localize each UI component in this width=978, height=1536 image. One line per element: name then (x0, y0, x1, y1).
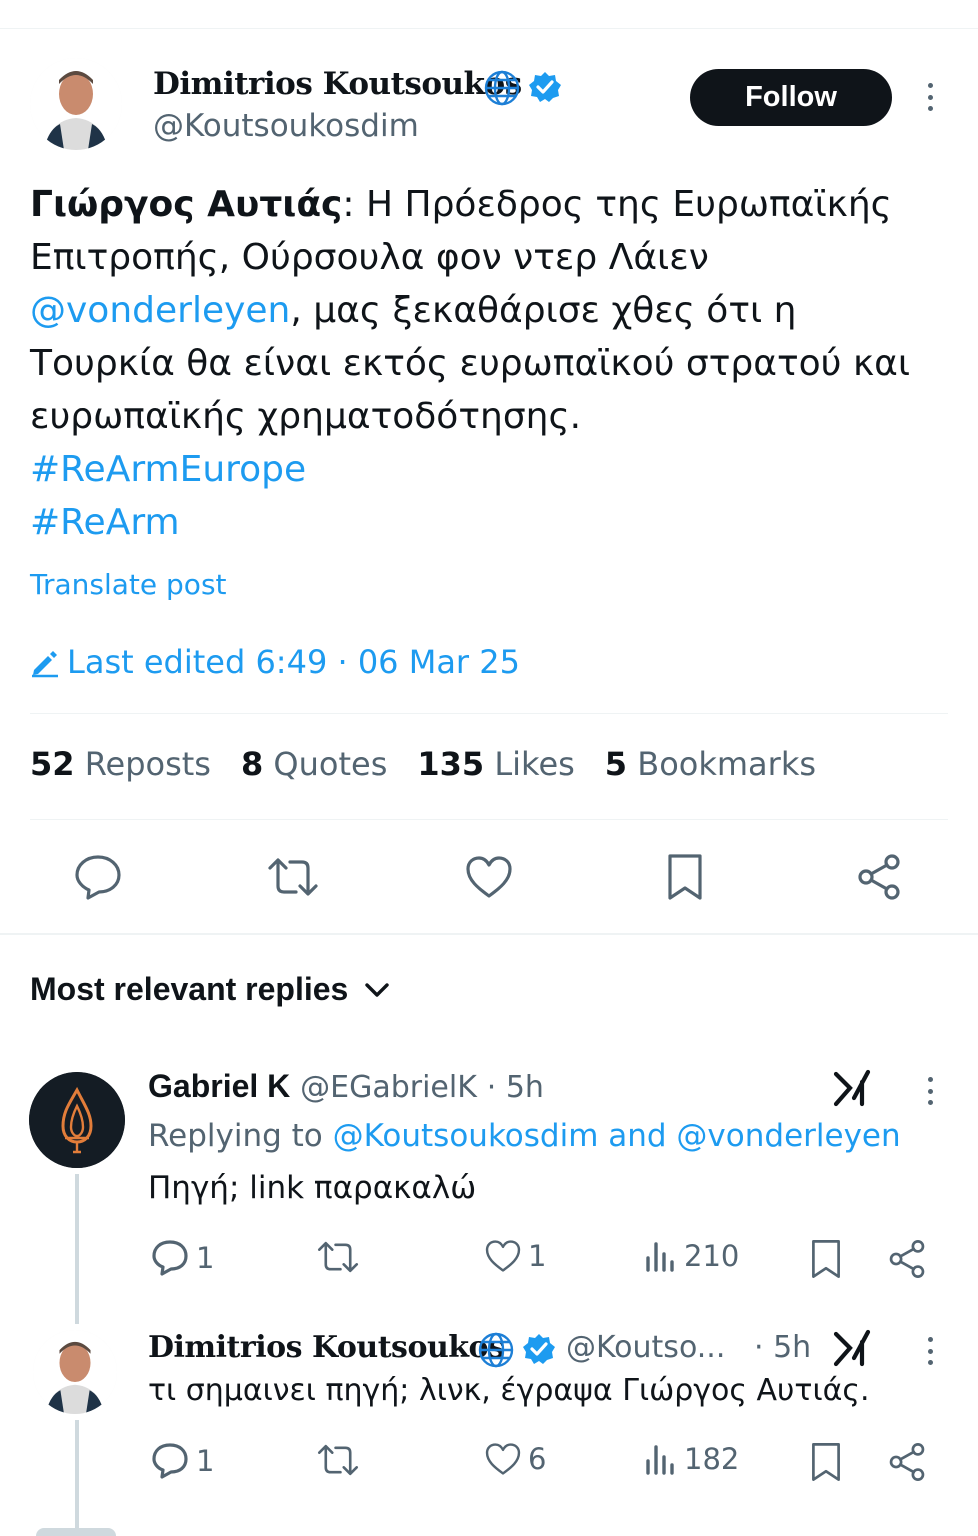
globe-icon (482, 68, 522, 112)
tweet-text: Γιώργος Αυτιάς: Η Πρόεδρος της Ευρωπαϊκή… (30, 178, 950, 549)
grok-icon[interactable] (832, 1068, 872, 1112)
bookmark-icon[interactable] (808, 1238, 844, 1284)
repost-icon (317, 1444, 359, 1476)
reply-time[interactable]: · 5h (754, 1330, 811, 1365)
share-icon[interactable] (854, 852, 904, 906)
hashtag-rearmeurope[interactable]: #ReArmEurope (30, 449, 306, 490)
share-icon[interactable] (886, 1238, 928, 1284)
more-options-icon[interactable] (918, 77, 942, 117)
reply-action-reply[interactable]: 1 (150, 1238, 214, 1278)
repost-icon[interactable] (266, 854, 320, 904)
last-edited-link[interactable]: Last edited 6:49 · 06 Mar 25 (67, 643, 520, 681)
replies-sort-dropdown[interactable]: Most relevant replies (30, 971, 390, 1008)
pencil-icon (30, 648, 60, 682)
reply-action-repost[interactable] (316, 1238, 366, 1276)
next-reply-avatar-partial[interactable] (36, 1528, 116, 1536)
reply-action-like[interactable]: 6 (484, 1441, 546, 1477)
reply-time[interactable]: · 5h (487, 1070, 544, 1105)
mention-link[interactable]: @vonderleyen (30, 290, 290, 331)
top-divider (0, 28, 978, 29)
repost-icon (317, 1241, 359, 1273)
reply-count: 1 (196, 1444, 215, 1478)
bookmark-icon[interactable] (664, 852, 706, 906)
more-options-icon[interactable] (918, 1071, 942, 1111)
like-icon[interactable] (464, 854, 514, 904)
translate-post-link[interactable]: Translate post (30, 568, 227, 601)
reply-author-name[interactable]: Dimitrios Koutsoukos (148, 1330, 505, 1365)
section-divider (0, 933, 978, 935)
replying-to-targets[interactable]: @Koutsoukosdim and @vonderleyen (333, 1118, 901, 1154)
reply-action-views[interactable]: 182 (644, 1441, 739, 1477)
replies-sort-label: Most relevant replies (30, 971, 349, 1007)
like-count: 1 (528, 1239, 547, 1273)
author-avatar[interactable] (30, 58, 122, 150)
author-name[interactable]: Dimitrios Koutsoukos (153, 66, 522, 102)
views-icon (646, 1242, 674, 1272)
reply-text: Πηγή; link παρακαλώ (148, 1170, 477, 1206)
follow-button[interactable]: Follow (690, 69, 892, 126)
reply-header: Gabriel K @EGabrielK · 5h (148, 1068, 544, 1105)
like-icon (485, 1240, 521, 1272)
thread-line (75, 1420, 79, 1536)
reply-avatar[interactable] (29, 1072, 125, 1168)
hashtag-rearm[interactable]: #ReArm (30, 502, 180, 543)
quotes-stat[interactable]: 8 Quotes (241, 745, 387, 783)
tweet-lead: Γιώργος Αυτιάς (30, 184, 343, 225)
reply-action-views[interactable]: 210 (644, 1238, 739, 1274)
reply-author-name[interactable]: Gabriel K (148, 1068, 290, 1104)
reply-action-repost[interactable] (316, 1441, 366, 1479)
reposts-stat[interactable]: 52 Reposts (30, 745, 211, 783)
thread-line (75, 1174, 79, 1324)
divider (30, 713, 948, 714)
like-icon (485, 1443, 521, 1475)
chevron-down-icon (365, 982, 390, 997)
reply-text: τι σημαινει πηγή; λινκ, έγραψα Γιώργος Α… (148, 1373, 870, 1408)
more-options-icon[interactable] (918, 1331, 942, 1371)
views-icon (646, 1445, 674, 1475)
like-count: 6 (528, 1442, 547, 1476)
divider (30, 819, 948, 820)
views-count: 182 (684, 1442, 740, 1476)
engagement-stats: 52 Reposts 8 Quotes 135 Likes 5 Bookmark… (30, 745, 816, 783)
reply-icon[interactable] (72, 852, 124, 906)
globe-icon (476, 1330, 516, 1374)
grok-icon[interactable] (832, 1328, 872, 1372)
reply-action-reply[interactable]: 1 (150, 1441, 214, 1481)
share-icon[interactable] (886, 1441, 928, 1487)
views-count: 210 (684, 1239, 740, 1273)
replying-to-prefix: Replying to (148, 1118, 333, 1154)
reply-author-handle[interactable]: @EGabrielK (300, 1070, 477, 1105)
reply-action-like[interactable]: 1 (484, 1238, 546, 1274)
reply-count: 1 (196, 1241, 215, 1275)
reply-icon (152, 1240, 188, 1276)
replying-to: Replying to @Koutsoukosdim and @vonderle… (148, 1118, 901, 1154)
author-handle[interactable]: @Koutsoukosdim (153, 108, 419, 144)
reply-avatar[interactable] (33, 1330, 117, 1414)
reply-author-handle[interactable]: @Koutso... (566, 1330, 725, 1365)
verified-badge-icon (522, 1332, 556, 1370)
bookmarks-stat[interactable]: 5 Bookmarks (605, 745, 816, 783)
verified-badge-icon (528, 70, 562, 108)
bookmark-icon[interactable] (808, 1441, 844, 1487)
likes-stat[interactable]: 135 Likes (417, 745, 574, 783)
reply-icon (152, 1443, 188, 1479)
